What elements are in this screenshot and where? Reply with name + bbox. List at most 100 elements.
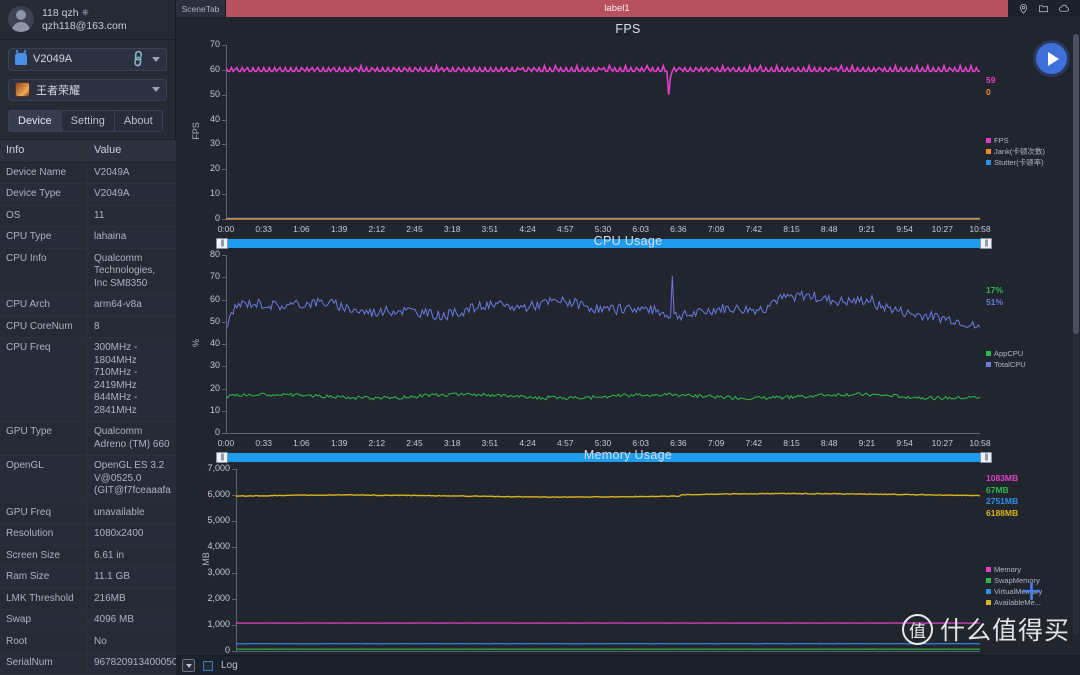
sidebar: 118 qzh ⎈ qzh118@163.com V2049A 🔗 王者荣耀 D… xyxy=(0,0,177,675)
table-cell-value: No xyxy=(94,635,107,647)
legend-item[interactable]: Stutter(卡顿率) xyxy=(986,157,1045,168)
legend-item[interactable]: TotalCPU xyxy=(986,359,1026,370)
table-cell-value: V2049A xyxy=(94,166,130,178)
chart-legend: FPS Jank(卡顿次数) Stutter(卡顿率) xyxy=(986,135,1045,168)
series-line xyxy=(226,392,980,401)
series-line xyxy=(236,492,980,499)
current-value: 59 xyxy=(986,75,996,85)
scene-tab[interactable]: SceneTab xyxy=(176,0,226,17)
app-window: 118 qzh ⎈ qzh118@163.com V2049A 🔗 王者荣耀 D… xyxy=(0,0,1080,675)
account-text: 118 qzh ⎈ qzh118@163.com xyxy=(42,7,127,32)
tab-device[interactable]: Device xyxy=(8,110,61,133)
y-tick-label: 80 xyxy=(209,249,220,259)
tab-about[interactable]: About xyxy=(113,110,163,133)
current-value-labels: 17% 51% xyxy=(986,285,1003,308)
table-cell-value: 300MHz - 1804MHz 710MHz - 2419MHz 844MHz… xyxy=(94,342,138,416)
y-tick-label: 60 xyxy=(209,293,220,304)
legend-item[interactable]: FPS xyxy=(986,135,1045,146)
main-panel: SceneTab label1 FPS FPS 0 10 20 30 40 50… xyxy=(176,0,1080,675)
y-tick-label: 1,000 xyxy=(207,619,230,629)
y-tick-label: 50 xyxy=(209,315,220,326)
table-cell-value: V2049A xyxy=(94,188,130,200)
table-header: Info Value xyxy=(0,139,176,163)
game-app-icon xyxy=(15,82,30,98)
tab-setting[interactable]: Setting xyxy=(60,110,114,133)
folder-icon[interactable] xyxy=(1038,3,1049,14)
y-tick-label: 20 xyxy=(209,382,220,393)
table-cell-info: Ram Size xyxy=(0,567,88,588)
current-value: 0 xyxy=(986,86,991,97)
legend-swatch xyxy=(986,149,991,155)
legend-swatch xyxy=(986,566,991,572)
table-row: LMK Threshold 216MB xyxy=(0,588,176,611)
y-tick-label: 2,000 xyxy=(207,593,230,603)
power-icon[interactable]: ⎈ xyxy=(82,8,89,17)
cloud-icon[interactable] xyxy=(1058,3,1070,14)
table-cell-info: Swap xyxy=(0,610,88,631)
top-bar-icons xyxy=(1008,0,1080,17)
y-tick-label: 3,000 xyxy=(207,567,230,577)
table-cell-info: GPU Type xyxy=(0,422,88,456)
add-icon[interactable]: + xyxy=(1021,573,1042,609)
column-header-info: Info xyxy=(0,140,88,162)
chevron-down-icon[interactable] xyxy=(152,87,160,93)
account-email: qzh118@163.com xyxy=(42,19,127,32)
chevron-down-icon[interactable] xyxy=(152,56,160,62)
location-pin-icon[interactable] xyxy=(1018,3,1029,14)
table-row: GPU Freq unavailable xyxy=(0,502,176,525)
y-tick-label: 30 xyxy=(209,138,220,149)
table-row: OpenGL OpenGL ES 3.2 V@0525.0 (GIT@f7fcea… xyxy=(0,456,176,503)
table-cell-value: 216MB xyxy=(94,592,126,604)
current-value-labels: 59 0 xyxy=(986,75,995,98)
table-row: GPU Type Qualcomm Adreno (TM) 660 xyxy=(0,422,176,457)
current-value: 1083MB xyxy=(986,473,1019,483)
scene-label-bar[interactable]: label1 xyxy=(226,0,1008,17)
sidebar-tabs: Device Setting About xyxy=(8,110,175,133)
y-tick-label: 10 xyxy=(209,188,220,199)
series-line xyxy=(226,276,980,329)
legend-label: FPS xyxy=(994,136,1009,146)
play-icon xyxy=(1047,51,1059,66)
chart-2: CPU Usage% 0 10 20 30 40 50 60 70 80 0:00 0:33 1:06 1… xyxy=(176,229,1080,463)
device-select[interactable]: V2049A 🔗 xyxy=(8,47,167,71)
table-cell-value: 4096 MB xyxy=(94,614,135,626)
legend-label: Jank(卡顿次数) xyxy=(994,147,1045,157)
vertical-scrollbar[interactable] xyxy=(1073,34,1079,635)
link-icon[interactable]: 🔗 xyxy=(128,49,148,69)
legend-label: TotalCPU xyxy=(994,359,1026,369)
account-panel[interactable]: 118 qzh ⎈ qzh118@163.com xyxy=(0,0,175,40)
collapse-icon[interactable] xyxy=(182,659,195,672)
y-tick-label: 0 xyxy=(224,645,230,655)
y-tick-label: 50 xyxy=(209,88,220,99)
table-cell-value: 967820913400050 xyxy=(94,657,178,669)
log-label: Log xyxy=(221,660,238,671)
current-value: 6188MB xyxy=(986,507,1019,518)
account-name: 118 qzh xyxy=(42,6,79,19)
table-cell-info: Device Name xyxy=(0,162,88,184)
y-tick-label: 6,000 xyxy=(207,489,230,499)
top-bar: SceneTab label1 xyxy=(176,0,1080,17)
chart-plot xyxy=(226,62,980,220)
log-checkbox[interactable] xyxy=(203,660,213,671)
series-line xyxy=(226,62,980,95)
legend-item[interactable]: Jank(卡顿次数) xyxy=(986,146,1045,157)
table-cell-info: OS xyxy=(0,205,88,227)
table-cell-value: lahaina xyxy=(94,231,127,243)
chart-title: FPS xyxy=(615,22,641,36)
y-tick-label: 20 xyxy=(209,163,220,174)
y-tick-label: 40 xyxy=(209,113,220,124)
table-cell-info: Resolution xyxy=(0,524,88,545)
table-cell-info: LMK Threshold xyxy=(0,588,88,610)
table-row: OS 11 xyxy=(0,205,176,228)
current-value: 67MB xyxy=(986,484,1009,495)
scrollbar-thumb[interactable] xyxy=(1073,34,1079,334)
app-select[interactable]: 王者荣耀 xyxy=(8,78,167,102)
y-tick-label: 70 xyxy=(209,39,220,49)
play-button[interactable] xyxy=(1036,43,1067,74)
table-cell-value: unavailable xyxy=(94,506,145,518)
table-row: CPU CoreNum 8 xyxy=(0,316,176,339)
legend-item[interactable]: AppCPU xyxy=(986,348,1026,359)
legend-label: Stutter(卡顿率) xyxy=(994,158,1044,168)
table-cell-value: Qualcomm Technologies, Inc SM8350 xyxy=(94,252,156,289)
table-cell-info: Device Type xyxy=(0,184,88,205)
